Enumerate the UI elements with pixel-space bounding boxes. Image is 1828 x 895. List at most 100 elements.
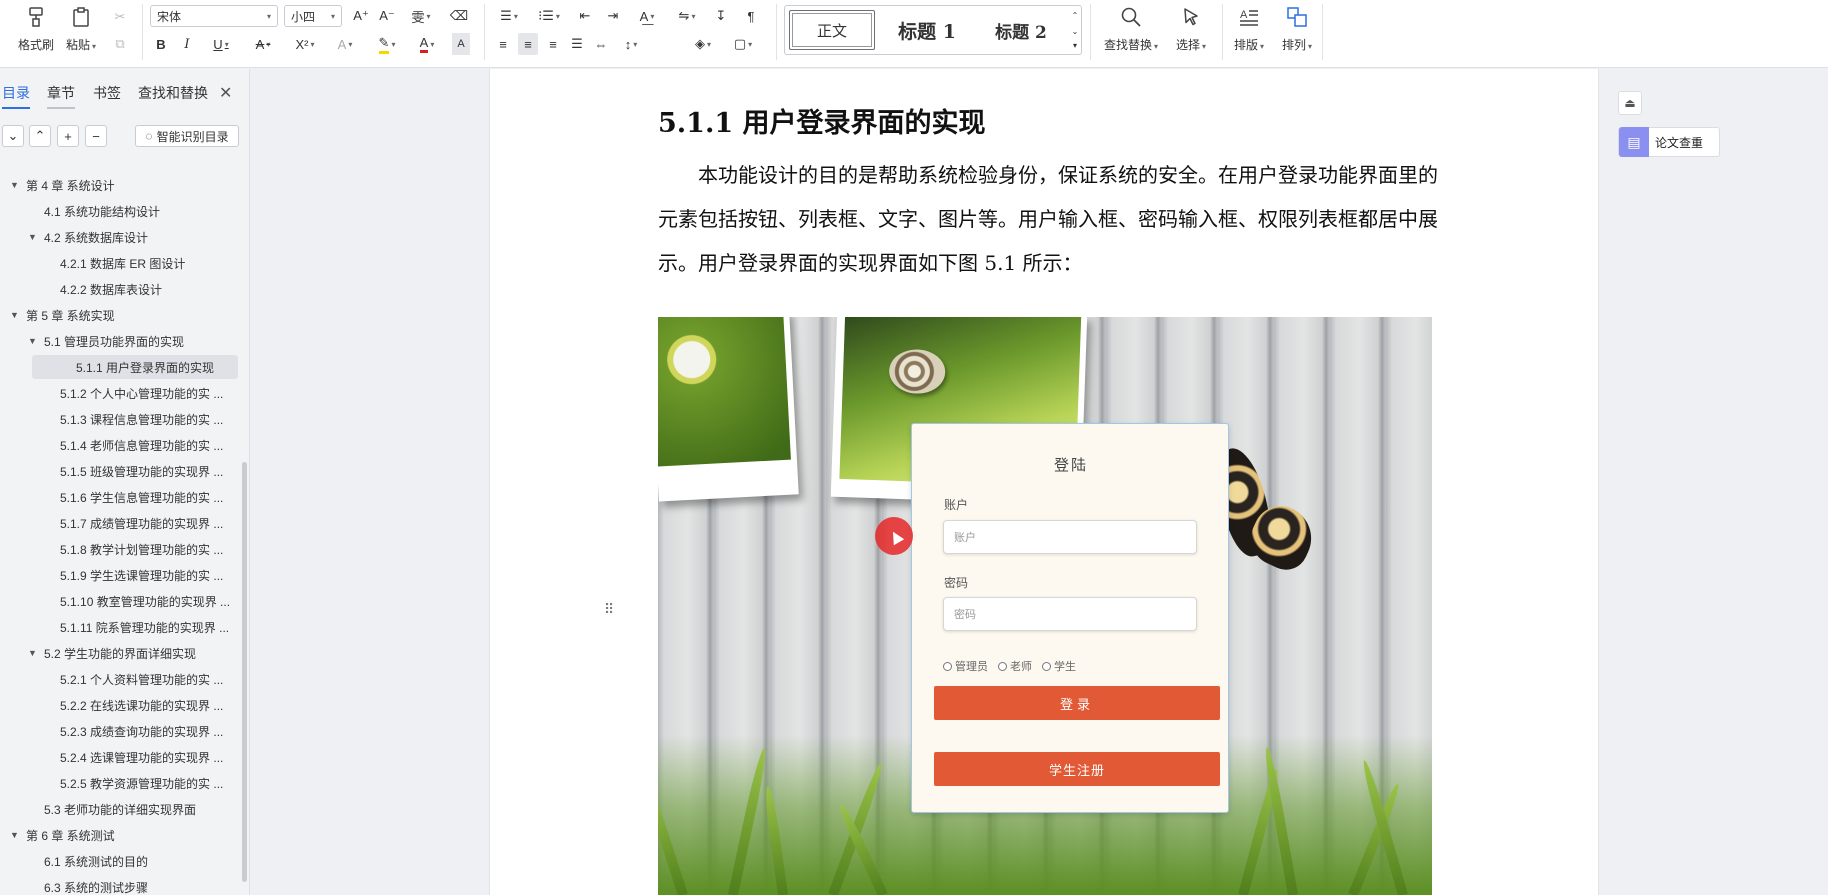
toc-item[interactable]: 5.1.7 成绩管理功能的实现界 ... (44, 511, 223, 535)
toc-item[interactable]: 5.2.1 个人资料管理功能的实 ... (44, 667, 223, 691)
close-icon[interactable]: ✕ (219, 83, 232, 103)
chinese-layout-icon[interactable]: ⇋ ▾ (672, 5, 702, 27)
toc-item[interactable]: ▼ 5.1 管理员功能界面的实现 (28, 329, 184, 353)
toc-item[interactable]: 5.2.3 成绩查询功能的实现界 ... (44, 719, 223, 743)
italic-icon[interactable]: I (178, 33, 196, 55)
shrink-font-icon[interactable]: A⁻ (376, 5, 398, 27)
select-button[interactable]: 选择 ▾ (1176, 4, 1206, 53)
decrease-indent-icon[interactable]: ⇤ (574, 5, 596, 27)
account-input[interactable]: 账户 (943, 520, 1197, 554)
arrange-button[interactable]: 排列 ▾ (1282, 4, 1312, 53)
layout-button[interactable]: A 排版 ▾ (1234, 4, 1264, 53)
border-icon[interactable]: ▢ ▾ (728, 33, 758, 55)
nav-scrollbar[interactable] (242, 462, 247, 882)
superscript-icon[interactable]: X² ▾ (288, 33, 322, 55)
toc-item[interactable]: 5.2.2 在线选课功能的实现界 ... (44, 693, 223, 717)
expand-triangle-icon[interactable]: ▼ (10, 180, 26, 190)
add-icon[interactable]: + (57, 125, 79, 147)
distribute-icon[interactable]: ⇔ (592, 33, 610, 55)
password-input[interactable]: 密码 (943, 597, 1197, 631)
expand-triangle-icon[interactable]: ▼ (10, 310, 26, 320)
paper-check-button[interactable]: ▤ 论文查重 (1618, 127, 1720, 157)
toc-item[interactable]: 5.1.8 教学计划管理功能的实 ... (44, 537, 223, 561)
expand-down-icon[interactable]: ⌄ (2, 125, 24, 147)
toc-item[interactable]: ▼ 第 4 章 系统设计 (10, 173, 115, 197)
toc-item[interactable]: 5.1.4 老师信息管理功能的实 ... (44, 433, 223, 457)
char-shading-icon[interactable]: A (452, 33, 470, 55)
toc-item[interactable]: 5.2.4 选课管理功能的实现界 ... (44, 745, 223, 769)
toc-item[interactable]: 5.1.11 院系管理功能的实现界 ... (44, 615, 229, 639)
grow-font-icon[interactable]: A⁺ (350, 5, 372, 27)
tab-chapters[interactable]: 章节 (47, 83, 75, 109)
toc-item[interactable]: ▼ 第 5 章 系统实现 (10, 303, 115, 327)
collapse-up-icon[interactable]: ⌃ (29, 125, 51, 147)
strikethrough-icon[interactable]: A ▾ (248, 33, 278, 55)
font-size-select[interactable]: 小四 ▾ (284, 5, 342, 27)
align-right-icon[interactable]: ≡ (544, 33, 562, 55)
toc-item[interactable]: 4.1 系统功能结构设计 (28, 199, 160, 223)
text-effect-icon[interactable]: A ▾ (328, 33, 362, 55)
justify-icon[interactable]: ☰ (568, 33, 586, 55)
toc-item[interactable]: 5.1.5 班级管理功能的实现界 ... (44, 459, 223, 483)
highlight-icon[interactable]: ✎ ▾ (370, 33, 404, 55)
style-heading-2[interactable]: 标题 2 (975, 10, 1067, 50)
find-replace-button[interactable]: 查找替换 ▾ (1104, 4, 1158, 53)
sort-icon[interactable]: ↧ (710, 5, 732, 27)
role-teacher-radio[interactable]: 老师 (998, 658, 1032, 674)
toc-item[interactable]: ▼ 5.2 学生功能的界面详细实现 (28, 641, 196, 665)
copy-icon[interactable]: ⧉ (110, 33, 130, 55)
toc-item[interactable]: 6.1 系统测试的目的 (28, 849, 148, 873)
paste-button[interactable]: 粘贴 ▾ (66, 4, 96, 53)
increase-indent-icon[interactable]: ⇥ (602, 5, 624, 27)
toc-item[interactable]: 5.1.10 教室管理功能的实现界 ... (44, 589, 230, 613)
bullet-list-icon[interactable]: ☰ ▾ (494, 5, 524, 27)
format-painter-button[interactable]: 格式刷 (18, 4, 54, 53)
text-direction-icon[interactable]: A͟ ▾ (632, 5, 662, 27)
toc-item[interactable]: 4.2.1 数据库 ER 图设计 (44, 251, 185, 275)
line-spacing-icon[interactable]: ↕ ▾ (616, 33, 646, 55)
toc-item[interactable]: 5.3 老师功能的详细实现界面 (28, 797, 196, 821)
font-color-icon[interactable]: A ▾ (410, 33, 444, 55)
smart-toc-button[interactable]: ◌ 智能识别目录 (135, 125, 239, 147)
toc-item[interactable]: 5.1.1 用户登录界面的实现 (32, 355, 238, 379)
toc-item[interactable]: 5.1.2 个人中心管理功能的实 ... (44, 381, 223, 405)
chevron-down-icon[interactable]: ⌄ (1069, 24, 1081, 38)
style-heading-1[interactable]: 标题 1 (881, 10, 973, 50)
show-marks-icon[interactable]: ¶ (740, 5, 762, 27)
align-center-icon[interactable]: ≡ (518, 33, 538, 55)
phonetic-icon[interactable]: 雯 ▾ (402, 5, 440, 27)
role-student-radio[interactable]: 学生 (1042, 658, 1076, 674)
tab-bookmarks[interactable]: 书签 (93, 83, 121, 103)
more-styles-icon[interactable]: ▾ (1069, 38, 1081, 52)
expand-triangle-icon[interactable]: ▼ (10, 830, 26, 840)
toc-item[interactable]: 4.2.2 数据库表设计 (44, 277, 162, 301)
toc-item[interactable]: 5.1.6 学生信息管理功能的实 ... (44, 485, 223, 509)
cut-icon[interactable]: ✂ (110, 6, 130, 28)
chevron-up-icon[interactable]: ⌃ (1069, 8, 1081, 22)
font-name-select[interactable]: 宋体 ▾ (150, 5, 278, 27)
toc-item[interactable]: ▼ 4.2 系统数据库设计 (28, 225, 148, 249)
document-page[interactable]: 5.1.1 用户登录界面的实现 本功能设计的目的是帮助系统检验身份，保证系统的安… (489, 69, 1599, 895)
bold-icon[interactable]: B (152, 33, 170, 55)
clear-format-icon[interactable]: ⌫ (448, 5, 470, 27)
remove-icon[interactable]: − (85, 125, 107, 147)
role-admin-radio[interactable]: 管理员 (943, 658, 988, 674)
collapse-panel-icon[interactable]: ⏏ (1618, 91, 1642, 115)
tab-toc[interactable]: 目录 (2, 83, 30, 109)
tab-find-replace[interactable]: 查找和替换 (138, 83, 208, 103)
shading-icon[interactable]: ◈ ▾ (688, 33, 718, 55)
underline-icon[interactable]: U ▾ (204, 33, 238, 55)
expand-triangle-icon[interactable]: ▼ (28, 336, 44, 346)
toc-item[interactable]: 5.1.3 课程信息管理功能的实 ... (44, 407, 223, 431)
expand-triangle-icon[interactable]: ▼ (28, 232, 44, 242)
toc-item[interactable]: 6.3 系统的测试步骤 (28, 875, 148, 895)
expand-triangle-icon[interactable]: ▼ (28, 648, 44, 658)
drag-handle-icon[interactable]: ⠿ (604, 601, 614, 618)
toc-item[interactable]: 5.1.9 学生选课管理功能的实 ... (44, 563, 223, 587)
style-normal[interactable]: 正文 (789, 10, 875, 50)
student-register-button[interactable]: 学生注册 (934, 752, 1220, 786)
toc-item[interactable]: ▼ 第 6 章 系统测试 (10, 823, 115, 847)
align-left-icon[interactable]: ≡ (494, 33, 512, 55)
login-button[interactable]: 登录 (934, 686, 1220, 720)
numbered-list-icon[interactable]: ⁝☰ ▾ (534, 5, 564, 27)
